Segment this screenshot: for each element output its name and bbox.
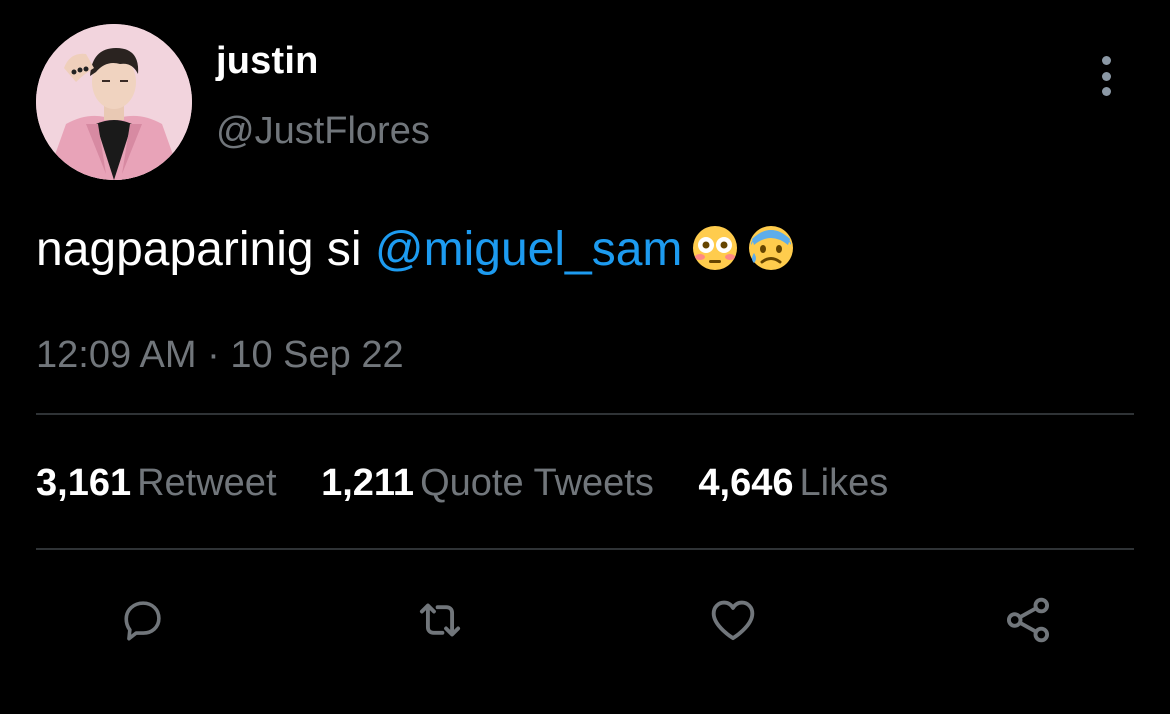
retweet-icon (419, 603, 461, 637)
more-options-button[interactable] (1088, 52, 1124, 100)
divider (36, 413, 1134, 415)
like-count-link[interactable]: 4,646 Likes (698, 462, 888, 505)
like-count: 4,646 (698, 462, 794, 504)
like-button[interactable] (703, 590, 763, 650)
share-button[interactable] (998, 590, 1058, 650)
tweet-actions (0, 590, 1170, 660)
more-options-icon-dot (1101, 71, 1111, 81)
tweet-detail: justin @JustFlores nagpaparinig si @migu… (0, 0, 1170, 714)
like-label: Likes (799, 462, 889, 504)
display-name[interactable]: justin (216, 40, 319, 83)
like-icon (711, 600, 755, 641)
retweet-button[interactable] (410, 590, 470, 650)
tweet-text-body: nagpaparinig si (36, 223, 375, 276)
reply-icon (124, 601, 161, 641)
flushed-face-emoji-icon (692, 225, 738, 284)
tweet-text: nagpaparinig si @miguel_sam (36, 222, 794, 284)
user-handle[interactable]: @JustFlores (216, 110, 430, 153)
tweet-timestamp[interactable]: 12:09 AM · 10 Sep 22 (36, 334, 404, 377)
tweet-stats: 3,161 Retweet 1,211 Quote Tweets 4,646 Like… (36, 462, 922, 505)
retweet-count: 3,161 (36, 462, 132, 504)
mention-link[interactable]: @miguel_sam (375, 223, 683, 276)
quote-label: Quote Tweets (420, 462, 654, 504)
quote-count: 1,211 (321, 462, 415, 504)
divider (36, 548, 1134, 550)
reply-button[interactable] (112, 590, 172, 650)
share-icon (1006, 597, 1050, 643)
retweet-count-link[interactable]: 3,161 Retweet (36, 462, 277, 505)
more-options-icon (1101, 56, 1111, 65)
avatar[interactable] (36, 24, 192, 180)
avatar-image (36, 24, 192, 180)
anxious-face-with-sweat-emoji-icon (748, 225, 794, 284)
retweet-label: Retweet (137, 462, 277, 504)
quote-count-link[interactable]: 1,211 Quote Tweets (321, 462, 654, 505)
more-options-icon-dot (1101, 87, 1111, 96)
